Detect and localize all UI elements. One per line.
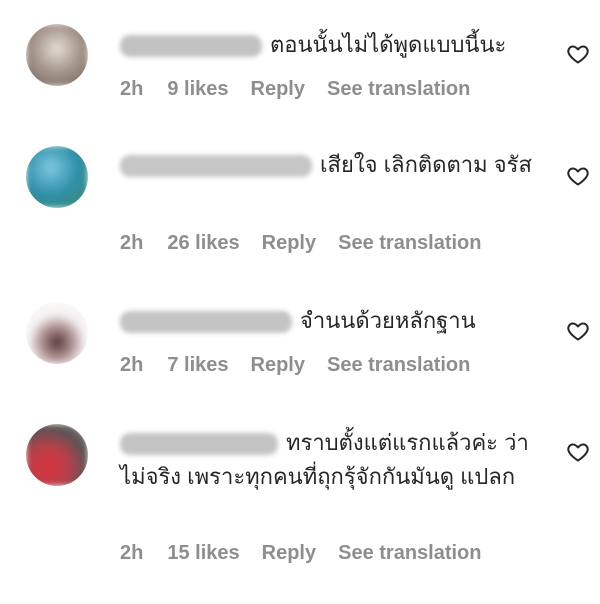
comment-meta: 2h 26 likes Reply See translation bbox=[120, 232, 504, 255]
likes-count[interactable]: 7 likes bbox=[167, 354, 228, 377]
comment-body: ทราบตั้งแต่แรกแล้วค่ะ ว่าไม่จริง เพราะทุ… bbox=[120, 426, 550, 494]
comment-body: เสียใจ เลิกติดตาม จรัส bbox=[120, 148, 550, 182]
avatar[interactable] bbox=[26, 146, 88, 208]
likes-count[interactable]: 26 likes bbox=[167, 232, 239, 255]
heart-outline-icon[interactable] bbox=[566, 440, 590, 464]
comment-text: ตอนนั้นไม่ได้พูดแบบนี้นะ bbox=[270, 32, 507, 57]
reply-button[interactable]: Reply bbox=[251, 78, 305, 101]
comment-meta: 2h 7 likes Reply See translation bbox=[120, 354, 492, 377]
username[interactable] bbox=[120, 35, 262, 58]
see-translation-link[interactable]: See translation bbox=[327, 354, 470, 377]
reply-button[interactable]: Reply bbox=[262, 232, 316, 255]
timestamp: 2h bbox=[120, 354, 144, 376]
timestamp: 2h bbox=[120, 78, 144, 100]
see-translation-link[interactable]: See translation bbox=[338, 542, 481, 565]
heart-outline-icon[interactable] bbox=[566, 42, 590, 66]
timestamp: 2h bbox=[120, 232, 144, 254]
timestamp: 2h bbox=[120, 542, 144, 564]
comment-text: เสียใจ เลิกติดตาม จรัส bbox=[320, 152, 532, 177]
comment-body: จำนนด้วยหลักฐาน bbox=[120, 304, 550, 338]
comment-body: ตอนนั้นไม่ได้พูดแบบนี้นะ bbox=[120, 28, 550, 62]
heart-outline-icon[interactable] bbox=[566, 319, 590, 343]
comment-text: จำนนด้วยหลักฐาน bbox=[300, 308, 476, 333]
username[interactable] bbox=[120, 311, 292, 334]
username[interactable] bbox=[120, 155, 312, 178]
see-translation-link[interactable]: See translation bbox=[338, 232, 481, 255]
avatar[interactable] bbox=[26, 302, 88, 364]
comment-meta: 2h 9 likes Reply See translation bbox=[120, 78, 492, 101]
avatar[interactable] bbox=[26, 424, 88, 486]
likes-count[interactable]: 15 likes bbox=[167, 542, 239, 565]
reply-button[interactable]: Reply bbox=[262, 542, 316, 565]
username[interactable] bbox=[120, 433, 278, 456]
see-translation-link[interactable]: See translation bbox=[327, 78, 470, 101]
comment-meta: 2h 15 likes Reply See translation bbox=[120, 542, 504, 565]
reply-button[interactable]: Reply bbox=[251, 354, 305, 377]
likes-count[interactable]: 9 likes bbox=[167, 78, 228, 101]
avatar[interactable] bbox=[26, 24, 88, 86]
heart-outline-icon[interactable] bbox=[566, 164, 590, 188]
